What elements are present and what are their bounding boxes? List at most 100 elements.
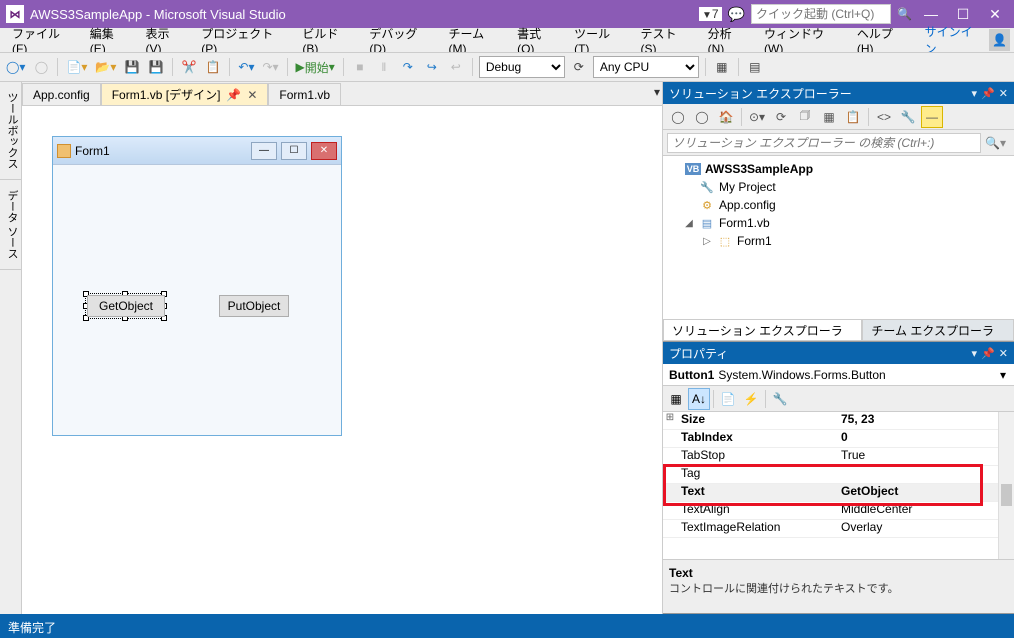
open-file-button[interactable]: 📂▾ bbox=[93, 56, 118, 78]
sol-forward-button: ◯ bbox=[691, 106, 713, 128]
panel-close-icon[interactable]: ✕ bbox=[999, 87, 1008, 100]
cut-button: ✂️ bbox=[179, 56, 199, 78]
solution-explorer-header[interactable]: ソリューション エクスプローラー ▾ 📌 ✕ bbox=[663, 82, 1014, 104]
statusbar: 準備完了 bbox=[0, 616, 1014, 638]
properties-header[interactable]: プロパティ ▾ 📌 ✕ bbox=[663, 342, 1014, 364]
form-body[interactable]: GetObject PutObject bbox=[53, 165, 341, 435]
prop-pages-button[interactable]: 🔧 bbox=[769, 388, 791, 410]
nav-back-button[interactable]: ◯▾ bbox=[4, 56, 27, 78]
maximize-button[interactable]: ☐ bbox=[950, 6, 976, 23]
panel-dropdown-icon[interactable]: ▾ bbox=[972, 87, 978, 100]
panel-tab-team[interactable]: チーム エクスプローラー bbox=[862, 319, 1014, 341]
close-button[interactable]: ✕ bbox=[982, 6, 1008, 23]
feedback-icon[interactable]: 💬 bbox=[728, 6, 745, 23]
properties-panel: プロパティ ▾ 📌 ✕ Button1 System.Windows.Forms… bbox=[663, 342, 1014, 614]
close-tab-icon[interactable]: ✕ bbox=[247, 88, 257, 102]
panel-dropdown-icon[interactable]: ▾ bbox=[972, 347, 978, 360]
properties-title: プロパティ bbox=[669, 345, 728, 362]
side-tab-toolbox[interactable]: ツールボックス bbox=[0, 82, 21, 180]
sol-btn-2[interactable]: 📋 bbox=[842, 106, 864, 128]
solution-search-input[interactable] bbox=[667, 133, 981, 153]
prop-events-button[interactable]: ⚡ bbox=[740, 388, 762, 410]
sol-properties-button[interactable]: 🔧 bbox=[897, 106, 919, 128]
tree-node-appconfig[interactable]: ⚙App.config bbox=[665, 196, 1012, 214]
selection-handles[interactable]: GetObject bbox=[85, 293, 165, 319]
nav-forward-button: ◯ bbox=[31, 56, 51, 78]
button2-putobject[interactable]: PutObject bbox=[219, 295, 289, 317]
save-all-button[interactable]: 💾 bbox=[146, 56, 166, 78]
sol-showall-button[interactable]: ▦ bbox=[818, 106, 840, 128]
form-minimize-icon: — bbox=[251, 142, 277, 160]
config-combo[interactable]: Debug bbox=[479, 56, 565, 78]
sol-preview-button[interactable]: — bbox=[921, 106, 943, 128]
tab-overflow-icon[interactable]: ▾ bbox=[654, 85, 660, 99]
platform-combo[interactable]: Any CPU bbox=[593, 56, 699, 78]
prop-row-tag[interactable]: Tag bbox=[663, 466, 1014, 484]
editor-area: App.config Form1.vb [デザイン] 📌 ✕ Form1.vb … bbox=[22, 82, 662, 614]
tab-form1-vb[interactable]: Form1.vb bbox=[268, 83, 341, 105]
scrollbar[interactable] bbox=[998, 412, 1014, 559]
prop-categorized-button[interactable]: ▦ bbox=[665, 388, 687, 410]
tree-node-myproject[interactable]: 🔧My Project bbox=[665, 178, 1012, 196]
panel-pin-icon[interactable]: 📌 bbox=[981, 87, 995, 100]
step-out-button: ↩ bbox=[446, 56, 466, 78]
prop-alphabetical-button[interactable]: A↓ bbox=[688, 388, 710, 410]
panel-close-icon[interactable]: ✕ bbox=[999, 347, 1008, 360]
user-icon[interactable]: 👤 bbox=[989, 29, 1010, 51]
minimize-button[interactable]: — bbox=[918, 6, 944, 22]
search-icon[interactable]: 🔍 bbox=[897, 7, 912, 21]
menubar: ファイル(F) 編集(E) 表示(V) プロジェクト(P) ビルド(B) デバッ… bbox=[0, 28, 1014, 52]
start-debug-button[interactable]: ▶ 開始 ▾ bbox=[294, 56, 337, 78]
solution-explorer-title: ソリューション エクスプローラー bbox=[669, 85, 852, 102]
prop-row-size[interactable]: ⊞Size75, 23 bbox=[663, 412, 1014, 430]
step-over-button[interactable]: ↪ bbox=[422, 56, 442, 78]
solution-search-bar: 🔍▾ bbox=[663, 130, 1014, 156]
quick-launch-input[interactable] bbox=[751, 4, 891, 24]
save-button[interactable]: 💾 bbox=[122, 56, 142, 78]
prop-row-text[interactable]: TextGetObject bbox=[663, 484, 1014, 502]
properties-object-selector[interactable]: Button1 System.Windows.Forms.Button ▾ bbox=[663, 364, 1014, 386]
notification-flag-icon[interactable]: ▼7 bbox=[699, 7, 722, 21]
sol-home-button[interactable]: 🏠 bbox=[715, 106, 737, 128]
panel-tab-solution[interactable]: ソリューション エクスプローラー bbox=[663, 319, 862, 341]
layout-button-2[interactable]: ▤ bbox=[745, 56, 765, 78]
step-into-button[interactable]: ↷ bbox=[398, 56, 418, 78]
tree-node-project[interactable]: VBAWSS3SampleApp bbox=[665, 160, 1012, 178]
side-tab-datasources[interactable]: データ ソース bbox=[0, 180, 21, 270]
undo-button[interactable]: ↶▾ bbox=[236, 56, 256, 78]
right-pane: ソリューション エクスプローラー ▾ 📌 ✕ ◯ ◯ 🏠 ⊙▾ ⟳ 🗇 ▦ 📋 … bbox=[662, 82, 1014, 614]
panel-pin-icon[interactable]: 📌 bbox=[981, 347, 995, 360]
tab-form1-design[interactable]: Form1.vb [デザイン] 📌 ✕ bbox=[101, 83, 269, 105]
app-title: AWSS3SampleApp - Microsoft Visual Studio bbox=[30, 7, 286, 22]
prop-row-textimage[interactable]: TextImageRelationOverlay bbox=[663, 520, 1014, 538]
left-sidebar: ツールボックス データ ソース bbox=[0, 82, 22, 614]
prop-row-textalign[interactable]: TextAlignMiddleCenter bbox=[663, 502, 1014, 520]
prop-row-tabstop[interactable]: TabStopTrue bbox=[663, 448, 1014, 466]
new-project-button[interactable]: 📄▾ bbox=[64, 56, 89, 78]
button1-getobject[interactable]: GetObject bbox=[87, 295, 165, 317]
form-close-icon: ✕ bbox=[311, 142, 337, 160]
search-icon[interactable]: 🔍▾ bbox=[981, 136, 1010, 150]
config-refresh-button[interactable]: ⟳ bbox=[569, 56, 589, 78]
tab-appconfig[interactable]: App.config bbox=[22, 83, 101, 105]
design-surface[interactable]: Form1 — ☐ ✕ GetObject PutObject bbox=[22, 106, 662, 614]
vs-logo-icon: ⋈ bbox=[6, 5, 24, 23]
solution-tree[interactable]: VBAWSS3SampleApp 🔧My Project ⚙App.config… bbox=[663, 156, 1014, 319]
pin-icon[interactable]: 📌 bbox=[226, 88, 241, 102]
winform-preview[interactable]: Form1 — ☐ ✕ GetObject PutObject bbox=[52, 136, 342, 436]
document-tabs: App.config Form1.vb [デザイン] 📌 ✕ Form1.vb … bbox=[22, 82, 662, 106]
status-text: 準備完了 bbox=[8, 619, 56, 636]
form-maximize-icon: ☐ bbox=[281, 142, 307, 160]
sol-refresh-button[interactable]: ⟳ bbox=[770, 106, 792, 128]
sol-back-button[interactable]: ◯ bbox=[667, 106, 689, 128]
prop-properties-button[interactable]: 📄 bbox=[717, 388, 739, 410]
layout-button-1[interactable]: ▦ bbox=[712, 56, 732, 78]
sol-btn-1[interactable]: 🗇 bbox=[794, 106, 816, 128]
tree-node-form1vb[interactable]: ◢▤Form1.vb bbox=[665, 214, 1012, 232]
sol-sync-button[interactable]: ⊙▾ bbox=[746, 106, 768, 128]
prop-row-tabindex[interactable]: TabIndex0 bbox=[663, 430, 1014, 448]
tree-node-form1[interactable]: ▷⬚Form1 bbox=[665, 232, 1012, 250]
dropdown-icon[interactable]: ▾ bbox=[1000, 368, 1006, 382]
properties-grid[interactable]: ⊞Size75, 23 TabIndex0 TabStopTrue Tag Te… bbox=[663, 412, 1014, 559]
sol-code-button[interactable]: <> bbox=[873, 106, 895, 128]
